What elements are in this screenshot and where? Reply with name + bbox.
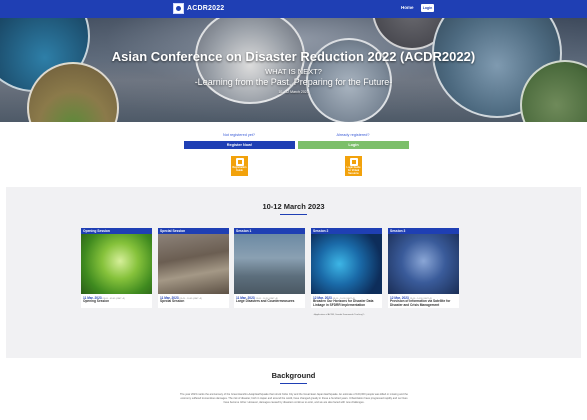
register-now-button[interactable]: Register Now! [184, 141, 295, 149]
session-title: Broaden Our Horizons for Disaster Data L… [313, 299, 374, 307]
session-card[interactable]: Session 1 11 Mar. 2023 13:00 - 14:30 (GM… [234, 228, 305, 308]
session-image [81, 234, 152, 294]
sessions-heading: 10-12 March 2023 [262, 202, 325, 211]
session-image [388, 234, 459, 294]
nav-login-button[interactable]: Login [421, 4, 434, 12]
brand-name: ACDR2022 [187, 5, 225, 12]
registration-guide-tile[interactable]: Registration Guide [231, 156, 248, 176]
heading-underline [280, 383, 307, 384]
background-text: The year 2023 marks the anniversary of t… [180, 393, 408, 405]
hero-tagline: -Learning from the Past, Preparing for t… [194, 77, 393, 87]
hero-title: Asian Conference on Disaster Reduction 2… [111, 49, 476, 64]
session-title: Opening Session [83, 299, 110, 303]
session-card[interactable]: Session 3 12 Mar. 2023 13:00 - 14:30 (GM… [388, 228, 459, 308]
session-image [234, 234, 305, 294]
session-card[interactable]: Special Session 11 Mar. 2023 09:45 - 10:… [158, 228, 229, 308]
sessions-section: 10-12 March 2023 Opening Session 11 Mar.… [6, 187, 581, 358]
session-title: Provision of Information via Satellite f… [390, 299, 451, 307]
brand[interactable]: ACDR2022 [173, 3, 224, 14]
login-guide-icon [349, 158, 358, 166]
document-icon [235, 158, 244, 166]
background-heading: Background [271, 371, 316, 380]
not-registered-text[interactable]: Not registered yet? [184, 133, 294, 137]
login-button[interactable]: Login [298, 141, 409, 149]
hero-banner: Asian Conference on Disaster Reduction 2… [0, 18, 587, 122]
session-title: Special Session [160, 299, 185, 303]
session-image [158, 234, 229, 294]
acdr-logo-icon [173, 3, 184, 14]
session-card[interactable]: Opening Session 11 Mar. 2023 09:00 - 09:… [81, 228, 152, 308]
hero-subtitle: WHAT IS NEXT? [265, 67, 322, 76]
session-image [311, 234, 382, 294]
login-guide-tile[interactable]: Login Guide for Virtual Sessions [345, 156, 362, 176]
already-registered-text[interactable]: Already registered? [298, 133, 408, 137]
session-note: ~Application of ACDR, Sendai Framework T… [313, 314, 366, 316]
login-guide-label: Login Guide for Virtual Sessions [346, 166, 361, 175]
registration-guide-label: Registration Guide [232, 166, 247, 172]
nav-home-link[interactable]: Home [401, 5, 414, 10]
session-card[interactable]: Session 2 12 Mar. 2023 09:00 - 10:30 (GM… [311, 228, 382, 316]
session-title: Large Disasters and Countermeasures [236, 299, 295, 303]
top-navbar: ACDR2022 Home Login [0, 0, 587, 18]
hero-date: 10 - 12 March 2023 [278, 90, 309, 94]
heading-underline [280, 214, 307, 215]
